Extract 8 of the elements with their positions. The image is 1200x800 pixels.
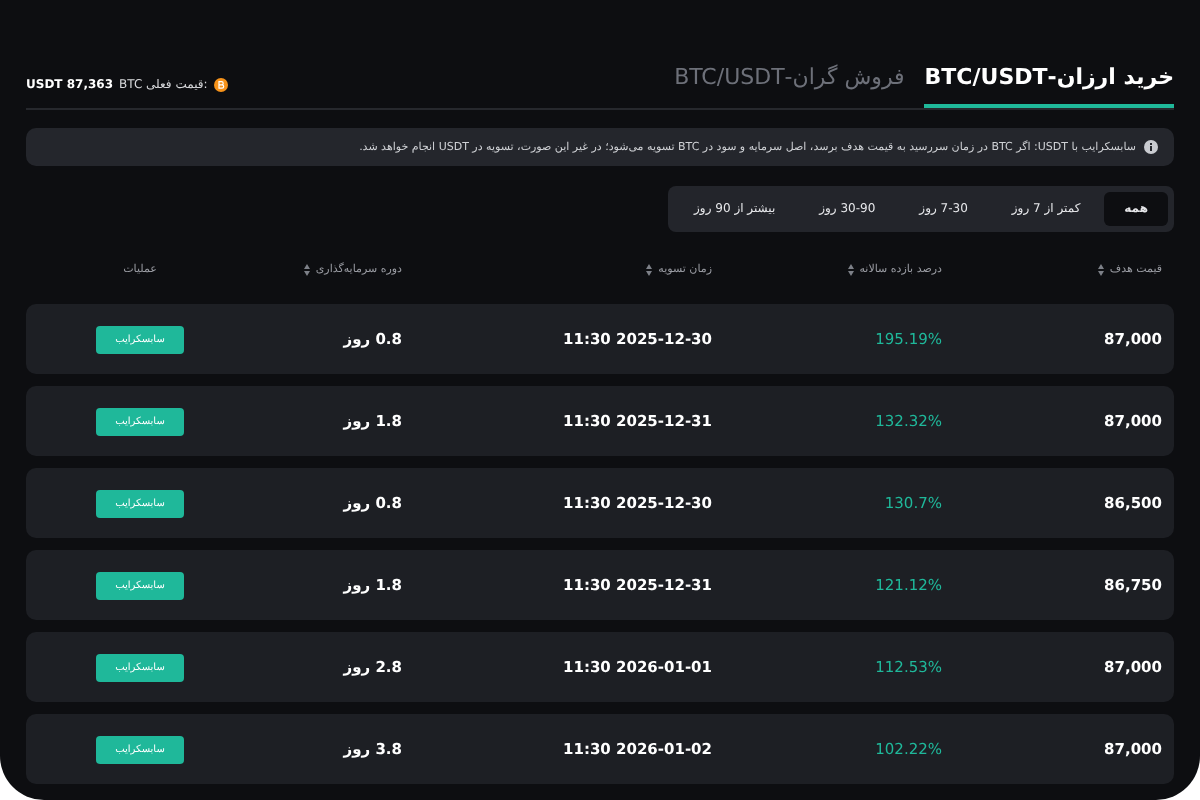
tab[interactable]: خرید ارزان-BTC/USDT: [924, 52, 1174, 108]
info-icon: [1144, 140, 1158, 154]
tab[interactable]: فروش گران-BTC/USDT: [674, 52, 905, 108]
coin-icon: [213, 78, 228, 92]
sort-icon[interactable]: [646, 264, 653, 276]
sort-icon[interactable]: [303, 264, 310, 276]
sort-icon[interactable]: [1097, 264, 1104, 276]
sort-icon[interactable]: [847, 264, 854, 276]
